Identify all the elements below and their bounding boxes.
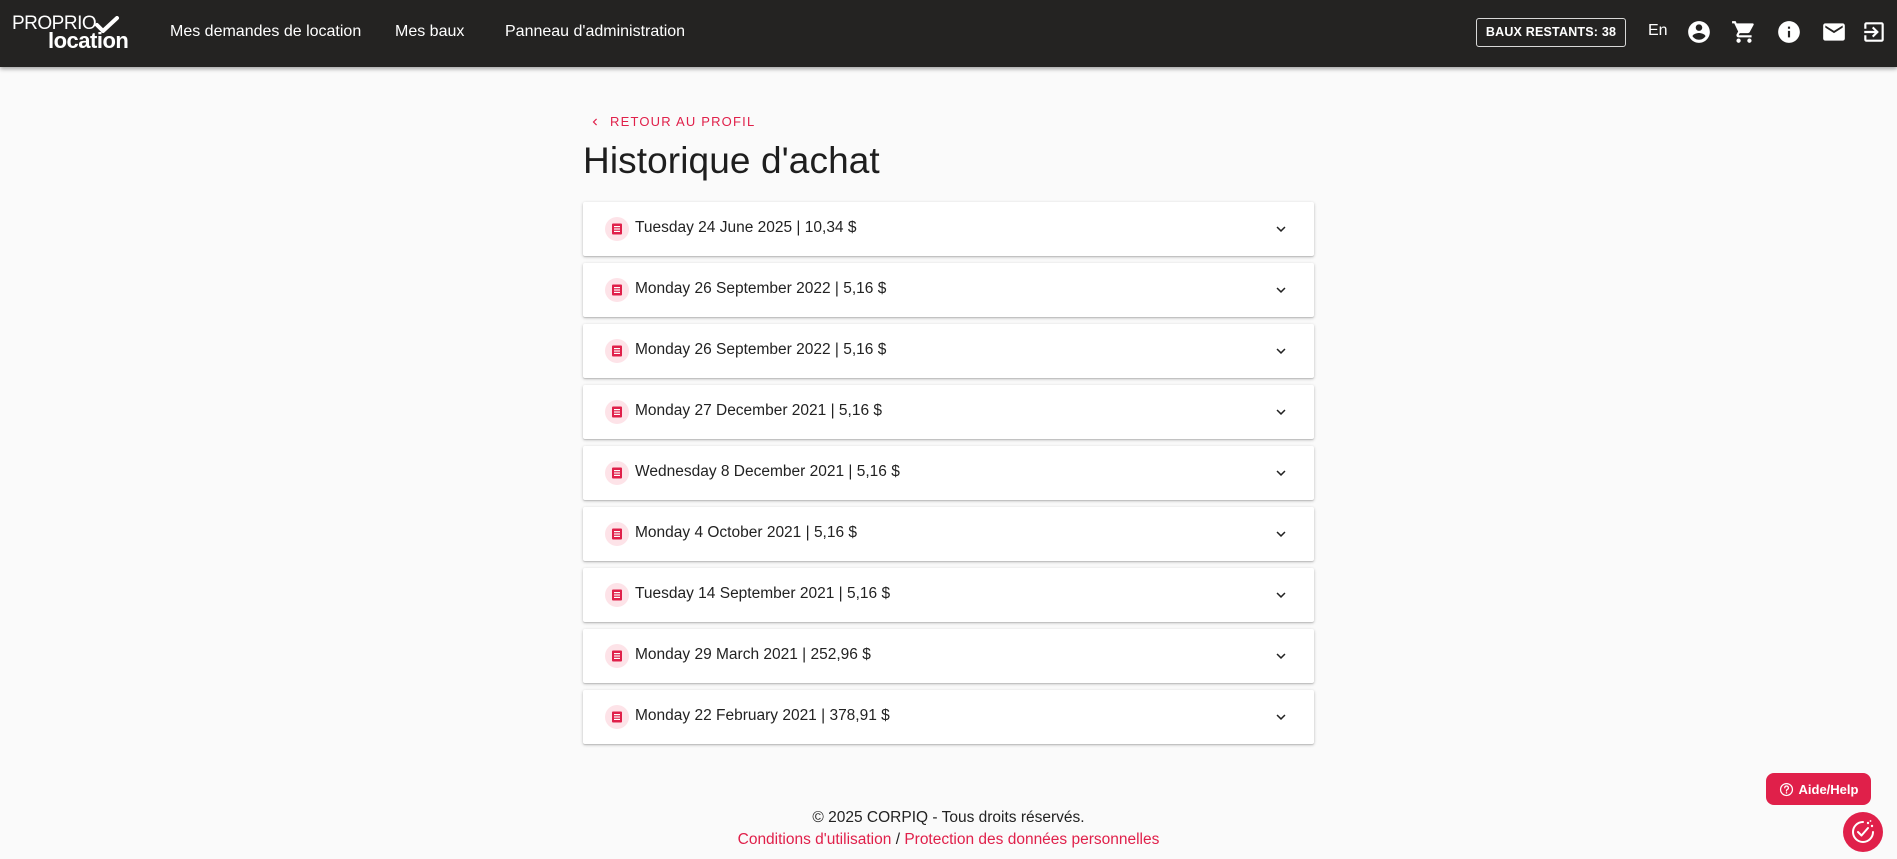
receipt-icon bbox=[605, 339, 629, 363]
chevron-down-icon[interactable] bbox=[1272, 464, 1290, 482]
purchase-row-label: Monday 27 December 2021 | 5,16 $ bbox=[635, 402, 883, 419]
help-button[interactable]: Aide/Help bbox=[1766, 773, 1871, 805]
receipt-icon bbox=[605, 522, 629, 546]
info-icon[interactable] bbox=[1776, 19, 1802, 45]
purchase-row-label: Wednesday 8 December 2021 | 5,16 $ bbox=[635, 463, 900, 480]
purchase-row[interactable]: Wednesday 8 December 2021 | 5,16 $ bbox=[583, 446, 1314, 500]
purchase-row[interactable]: Monday 26 September 2022 | 5,16 $ bbox=[583, 263, 1314, 317]
back-link-label: RETOUR AU PROFIL bbox=[610, 114, 756, 129]
purchase-row-label: Monday 26 September 2022 | 5,16 $ bbox=[635, 341, 887, 358]
chevron-down-icon[interactable] bbox=[1272, 220, 1290, 238]
purchase-row-label: Tuesday 24 June 2025 | 10,34 $ bbox=[635, 219, 857, 236]
nav-mes-baux[interactable]: Mes baux bbox=[395, 0, 464, 64]
language-toggle[interactable]: En bbox=[1648, 22, 1668, 40]
chevron-left-icon bbox=[592, 118, 597, 125]
purchase-row-label: Monday 29 March 2021 | 252,96 $ bbox=[635, 646, 871, 663]
baux-restants-button[interactable]: BAUX RESTANTS: 38 bbox=[1476, 18, 1626, 47]
purchase-row[interactable]: Monday 29 March 2021 | 252,96 $ bbox=[583, 629, 1314, 683]
footer-separator: / bbox=[895, 831, 900, 848]
mail-icon[interactable] bbox=[1821, 19, 1847, 45]
footer-links: Conditions d'utilisation / Protection de… bbox=[0, 831, 1897, 849]
chevron-down-icon[interactable] bbox=[1272, 525, 1290, 543]
purchase-row-label: Tuesday 14 September 2021 | 5,16 $ bbox=[635, 585, 891, 602]
logout-icon[interactable] bbox=[1861, 19, 1887, 45]
purchase-row-label: Monday 22 February 2021 | 378,91 $ bbox=[635, 707, 890, 724]
receipt-icon bbox=[605, 583, 629, 607]
nav-label: Mes demandes de location bbox=[170, 23, 362, 40]
purchase-row[interactable]: Monday 22 February 2021 | 378,91 $ bbox=[583, 690, 1314, 744]
purchase-history-list: Tuesday 24 June 2025 | 10,34 $ Monday 26 … bbox=[583, 202, 1314, 751]
purchase-row[interactable]: Tuesday 14 September 2021 | 5,16 $ bbox=[583, 568, 1314, 622]
account-icon[interactable] bbox=[1686, 19, 1712, 45]
purchase-row[interactable]: Tuesday 24 June 2025 | 10,34 $ bbox=[583, 202, 1314, 256]
receipt-icon bbox=[605, 644, 629, 668]
receipt-icon bbox=[605, 217, 629, 241]
cookie-consent-button[interactable] bbox=[1843, 812, 1883, 852]
back-to-profile-link[interactable]: RETOUR AU PROFIL bbox=[588, 114, 755, 129]
receipt-icon bbox=[605, 278, 629, 302]
logo-text-bottom: location bbox=[48, 28, 129, 53]
nav-panneau-admin[interactable]: Panneau d'administration bbox=[505, 0, 685, 64]
page-title: Historique d'achat bbox=[583, 140, 880, 181]
purchase-row[interactable]: Monday 4 October 2021 | 5,16 $ bbox=[583, 507, 1314, 561]
help-button-label: Aide/Help bbox=[1798, 781, 1859, 797]
purchase-row[interactable]: Monday 26 September 2022 | 5,16 $ bbox=[583, 324, 1314, 378]
receipt-icon bbox=[605, 400, 629, 424]
terms-link[interactable]: Conditions d'utilisation bbox=[738, 831, 892, 848]
copyright-text: © 2025 CORPIQ - Tous droits réservés. bbox=[812, 809, 1085, 826]
chevron-down-icon[interactable] bbox=[1272, 342, 1290, 360]
privacy-link[interactable]: Protection des données personnelles bbox=[904, 831, 1159, 848]
nav-mes-demandes[interactable]: Mes demandes de location bbox=[170, 0, 361, 64]
receipt-icon bbox=[605, 461, 629, 485]
chevron-down-icon[interactable] bbox=[1272, 403, 1290, 421]
receipt-icon bbox=[605, 705, 629, 729]
help-circle-icon bbox=[1779, 782, 1793, 796]
purchase-row-label: Monday 26 September 2022 | 5,16 $ bbox=[635, 280, 887, 297]
cart-icon[interactable] bbox=[1731, 19, 1757, 45]
purchase-row-label: Monday 4 October 2021 | 5,16 $ bbox=[635, 524, 858, 541]
chevron-down-icon[interactable] bbox=[1272, 647, 1290, 665]
proprio-location-logo[interactable]: PROPRIO location bbox=[12, 14, 130, 53]
top-app-bar: PROPRIO location Mes demandes de locatio… bbox=[0, 0, 1897, 67]
cookie-settings-icon bbox=[1852, 820, 1874, 843]
nav-label: Panneau d'administration bbox=[505, 23, 686, 40]
nav-label: Mes baux bbox=[395, 23, 465, 40]
purchase-row[interactable]: Monday 27 December 2021 | 5,16 $ bbox=[583, 385, 1314, 439]
chevron-down-icon[interactable] bbox=[1272, 586, 1290, 604]
chevron-down-icon[interactable] bbox=[1272, 708, 1290, 726]
chevron-down-icon[interactable] bbox=[1272, 281, 1290, 299]
